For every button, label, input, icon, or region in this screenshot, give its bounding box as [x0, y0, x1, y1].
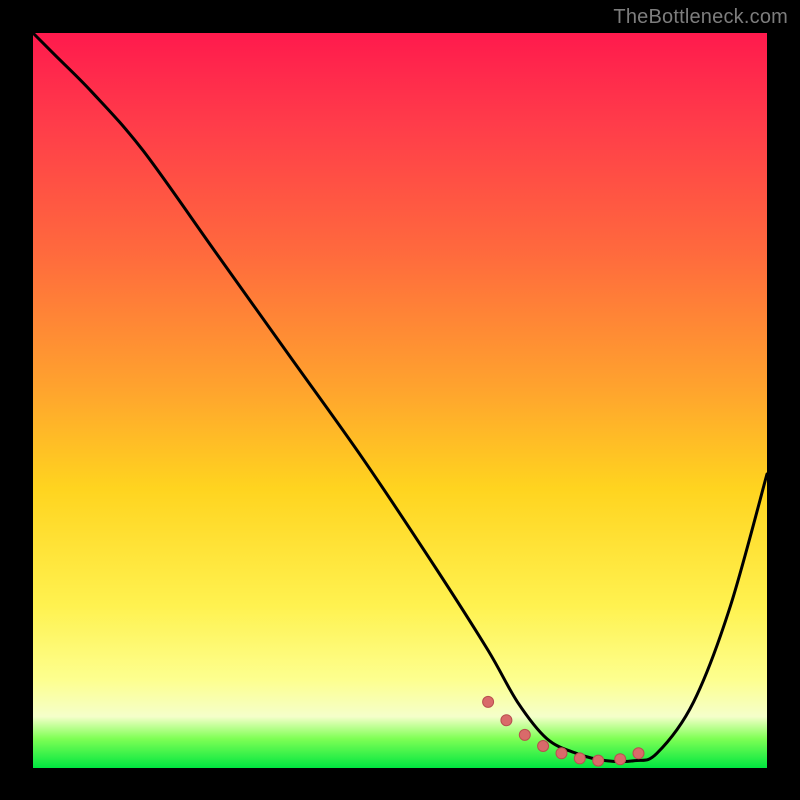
optimal-range-dots	[483, 696, 644, 766]
chart-frame: TheBottleneck.com	[0, 0, 800, 800]
optimal-dot	[556, 748, 567, 759]
optimal-dot	[574, 753, 585, 764]
optimal-dot	[615, 754, 626, 765]
bottleneck-curve-svg	[33, 33, 767, 768]
optimal-dot	[483, 696, 494, 707]
bottleneck-curve-path	[33, 33, 767, 762]
optimal-dot	[501, 715, 512, 726]
optimal-dot	[519, 729, 530, 740]
watermark-label: TheBottleneck.com	[613, 6, 788, 29]
optimal-dot	[633, 748, 644, 759]
optimal-dot	[538, 741, 549, 752]
optimal-dot	[593, 755, 604, 766]
